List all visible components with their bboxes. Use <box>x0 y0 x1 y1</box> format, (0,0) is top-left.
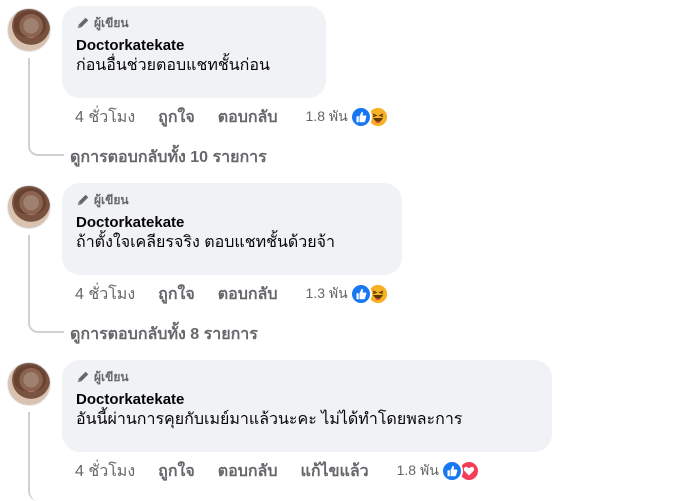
reply-button[interactable]: ตอบกลับ <box>218 282 278 307</box>
timestamp-link[interactable]: 4 ชั่วโมง <box>75 282 135 307</box>
badge-label: ผู้เขียน <box>94 15 129 30</box>
reaction-summary[interactable]: 1.8 พัน <box>306 106 389 128</box>
author-badge: ผู้เขียน <box>76 192 388 208</box>
timestamp-link[interactable]: 4 ชั่วโมง <box>75 459 135 484</box>
comment-actions: 4 ชั่วโมง ถูกใจ ตอบกลับ 1.8 พัน <box>75 106 389 128</box>
like-button[interactable]: ถูกใจ <box>158 105 195 130</box>
like-icon <box>349 106 372 128</box>
comment-bubble: ผู้เขียน Doctorkatekate ก่อนอื่นช่วยตอบแ… <box>62 6 326 98</box>
like-button[interactable]: ถูกใจ <box>158 282 195 307</box>
badge-label: ผู้เขียน <box>94 192 129 207</box>
reply-button[interactable]: ตอบกลับ <box>218 105 278 130</box>
comment-text: อันนี้ผ่านการคุยกับเมย์มาแล้วนะคะ ไม่ได้… <box>76 411 463 428</box>
pen-icon <box>77 17 89 29</box>
comment-actions: 4 ชั่วโมง ถูกใจ ตอบกลับ 1.3 พัน <box>75 283 389 305</box>
comment-text: ก่อนอื่นช่วยตอบแชทชั้นก่อน <box>76 57 270 74</box>
thread-connector <box>28 58 64 156</box>
thread-connector <box>28 235 64 333</box>
reaction-count: 1.3 พัน <box>305 285 348 301</box>
pen-icon <box>77 194 89 206</box>
comment-bubble: ผู้เขียน Doctorkatekate ถ้าตั้งใจเคลียรจ… <box>62 183 402 275</box>
view-replies-link[interactable]: ดูการตอบกลับทั้ง 8 รายการ <box>70 322 258 347</box>
comment-actions: 4 ชั่วโมง ถูกใจ ตอบกลับ แก้ไขแล้ว 1.8 พั… <box>75 460 480 482</box>
like-icon <box>349 283 372 305</box>
thread-connector <box>28 412 64 501</box>
view-replies-link[interactable]: ดูการตอบกลับทั้ง 10 รายการ <box>70 145 267 170</box>
reaction-summary[interactable]: 1.3 พัน <box>306 283 389 305</box>
avatar[interactable] <box>7 8 51 52</box>
comment-text: ถ้าตั้งใจเคลียรจริง ตอบแชทชั้นด้วยจ้า <box>76 234 336 251</box>
author-badge: ผู้เขียน <box>76 15 312 31</box>
avatar[interactable] <box>7 185 51 229</box>
author-name[interactable]: Doctorkatekate <box>76 36 312 55</box>
avatar[interactable] <box>7 362 51 406</box>
badge-label: ผู้เขียน <box>94 369 129 384</box>
edited-label[interactable]: แก้ไขแล้ว <box>301 459 369 484</box>
author-name[interactable]: Doctorkatekate <box>76 390 538 409</box>
reaction-count: 1.8 พัน <box>305 108 348 124</box>
author-badge: ผู้เขียน <box>76 369 538 385</box>
reply-button[interactable]: ตอบกลับ <box>218 459 278 484</box>
reaction-count: 1.8 พัน <box>396 462 439 478</box>
author-name[interactable]: Doctorkatekate <box>76 213 388 232</box>
like-button[interactable]: ถูกใจ <box>158 459 195 484</box>
comment-bubble: ผู้เขียน Doctorkatekate อันนี้ผ่านการคุย… <box>62 360 552 452</box>
timestamp-link[interactable]: 4 ชั่วโมง <box>75 105 135 130</box>
like-icon <box>440 460 463 482</box>
pen-icon <box>77 371 89 383</box>
reaction-summary[interactable]: 1.8 พัน <box>397 460 480 482</box>
